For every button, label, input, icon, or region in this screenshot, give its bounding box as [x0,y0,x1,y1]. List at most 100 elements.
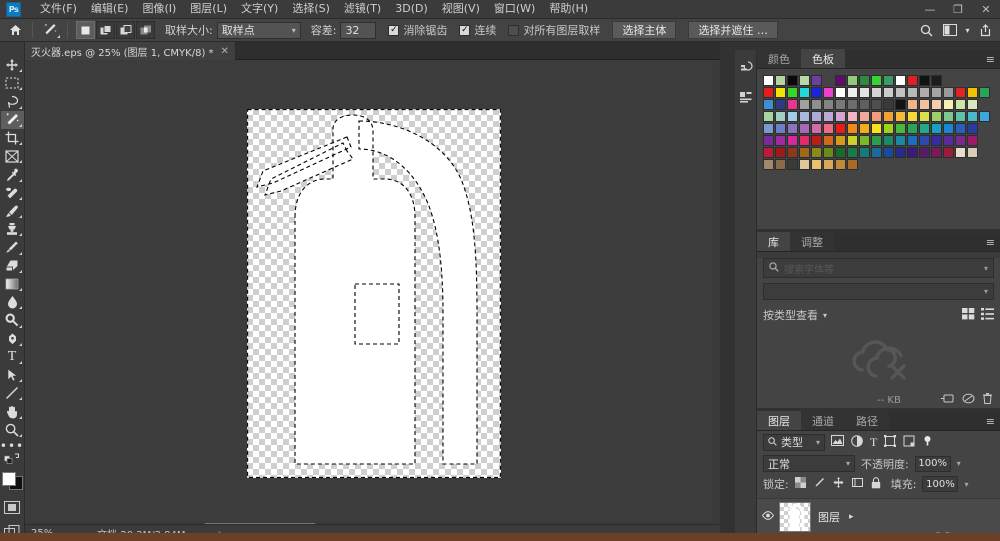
crop-tool[interactable] [1,129,24,147]
color-swatch[interactable] [811,87,822,98]
color-swatch[interactable] [907,87,918,98]
panel-menu-icon[interactable]: ≡ [986,54,995,65]
minimize-button[interactable]: — [916,0,944,19]
properties-panel-icon[interactable] [736,86,756,108]
color-swatch[interactable] [931,123,942,134]
color-swatch[interactable] [871,147,882,158]
color-swatch[interactable] [931,111,942,122]
color-swatch[interactable] [907,75,918,86]
history-panel-icon[interactable] [736,56,756,78]
menu-edit[interactable]: 编辑(E) [84,0,136,18]
color-swatch[interactable] [799,87,810,98]
color-swatch[interactable] [787,111,798,122]
color-swatches[interactable] [1,471,24,491]
color-swatch[interactable] [799,135,810,146]
lock-transparent-icon[interactable] [794,477,806,491]
tab-layers[interactable]: 图层 [757,411,801,430]
zoom-tool[interactable] [1,421,24,439]
color-swatch[interactable] [955,123,966,134]
tab-channels[interactable]: 通道 [801,411,845,430]
lock-image-icon[interactable] [814,477,825,491]
blend-mode-select[interactable]: 正常 ▾ [763,455,855,472]
color-swatch[interactable] [895,75,906,86]
color-swatch[interactable] [775,159,786,170]
menu-view[interactable]: 视图(V) [435,0,487,18]
antialias-checkbox[interactable]: ✓ 消除锯齿 [388,22,447,38]
color-swatch[interactable] [883,99,894,110]
adjustment-filter-icon[interactable] [851,434,863,450]
color-swatch[interactable] [847,147,858,158]
color-swatch[interactable] [823,147,834,158]
layer-filter-type-select[interactable]: 类型 ▾ [763,433,825,451]
color-swatch[interactable] [883,87,894,98]
chevron-down-icon[interactable]: ▾ [963,21,972,40]
shape-filter-icon[interactable] [884,434,897,450]
color-swatch[interactable] [847,123,858,134]
eraser-tool[interactable] [1,257,24,275]
color-swatch[interactable] [895,123,906,134]
color-swatch[interactable] [835,159,846,170]
healing-brush-tool[interactable] [1,184,24,202]
color-swatch[interactable] [943,123,954,134]
color-swatch[interactable] [931,87,942,98]
color-swatch[interactable] [811,147,822,158]
color-swatch[interactable] [955,135,966,146]
color-swatch[interactable] [823,135,834,146]
eyedropper-tool[interactable] [1,165,24,183]
search-icon[interactable] [915,21,937,40]
dodge-tool[interactable] [1,311,24,329]
layer-row[interactable]: 图层 ▸ [757,498,1000,534]
color-swatch[interactable] [799,147,810,158]
color-swatch[interactable] [799,123,810,134]
color-swatch[interactable] [943,111,954,122]
color-swatch[interactable] [763,75,774,86]
color-swatch[interactable] [847,75,858,86]
menu-file[interactable]: 文件(F) [33,0,84,18]
marquee-tool[interactable] [1,74,24,92]
canvas-vertical-scrollbar[interactable] [712,60,720,522]
color-swatch[interactable] [967,111,978,122]
hand-tool[interactable] [1,402,24,420]
color-swatch[interactable] [763,111,774,122]
pen-tool[interactable] [1,330,24,348]
color-swatch[interactable] [943,147,954,158]
sync-icon[interactable] [962,393,975,407]
color-swatch[interactable] [955,99,966,110]
tab-color[interactable]: 颜色 [757,49,801,68]
color-swatch[interactable] [859,123,870,134]
color-swatch[interactable] [943,99,954,110]
frame-tool[interactable] [1,147,24,165]
color-swatch[interactable] [811,75,822,86]
trash-icon[interactable] [983,393,992,407]
color-swatch[interactable] [775,135,786,146]
color-swatch[interactable] [895,99,906,110]
color-swatch[interactable] [919,99,930,110]
history-brush-tool[interactable] [1,238,24,256]
color-swatch[interactable] [871,111,882,122]
lasso-tool[interactable] [1,92,24,110]
color-swatch[interactable] [955,87,966,98]
color-swatch[interactable] [823,159,834,170]
menu-filter[interactable]: 滤镜(T) [337,0,388,18]
default-colors-icon[interactable] [1,453,24,467]
eye-icon[interactable] [762,510,774,523]
color-swatch[interactable] [775,87,786,98]
color-swatch[interactable] [931,99,942,110]
lock-position-icon[interactable] [833,477,844,491]
color-swatch[interactable] [763,87,774,98]
color-swatch[interactable] [811,123,822,134]
magic-wand-icon[interactable] [39,21,61,40]
color-swatch[interactable] [931,75,942,86]
close-button[interactable]: ✕ [972,0,1000,19]
color-swatch[interactable] [787,99,798,110]
menu-type[interactable]: 文字(Y) [234,0,285,18]
library-select[interactable]: ▾ [763,283,994,300]
color-swatch[interactable] [883,147,894,158]
tolerance-input[interactable]: 32 [340,21,377,39]
menu-image[interactable]: 图像(I) [135,0,183,18]
menu-3d[interactable]: 3D(D) [388,0,435,18]
foreground-color-swatch[interactable] [1,471,16,486]
opacity-stepper-icon[interactable]: ▾ [957,459,961,468]
color-swatch[interactable] [943,135,954,146]
color-swatch[interactable] [811,135,822,146]
